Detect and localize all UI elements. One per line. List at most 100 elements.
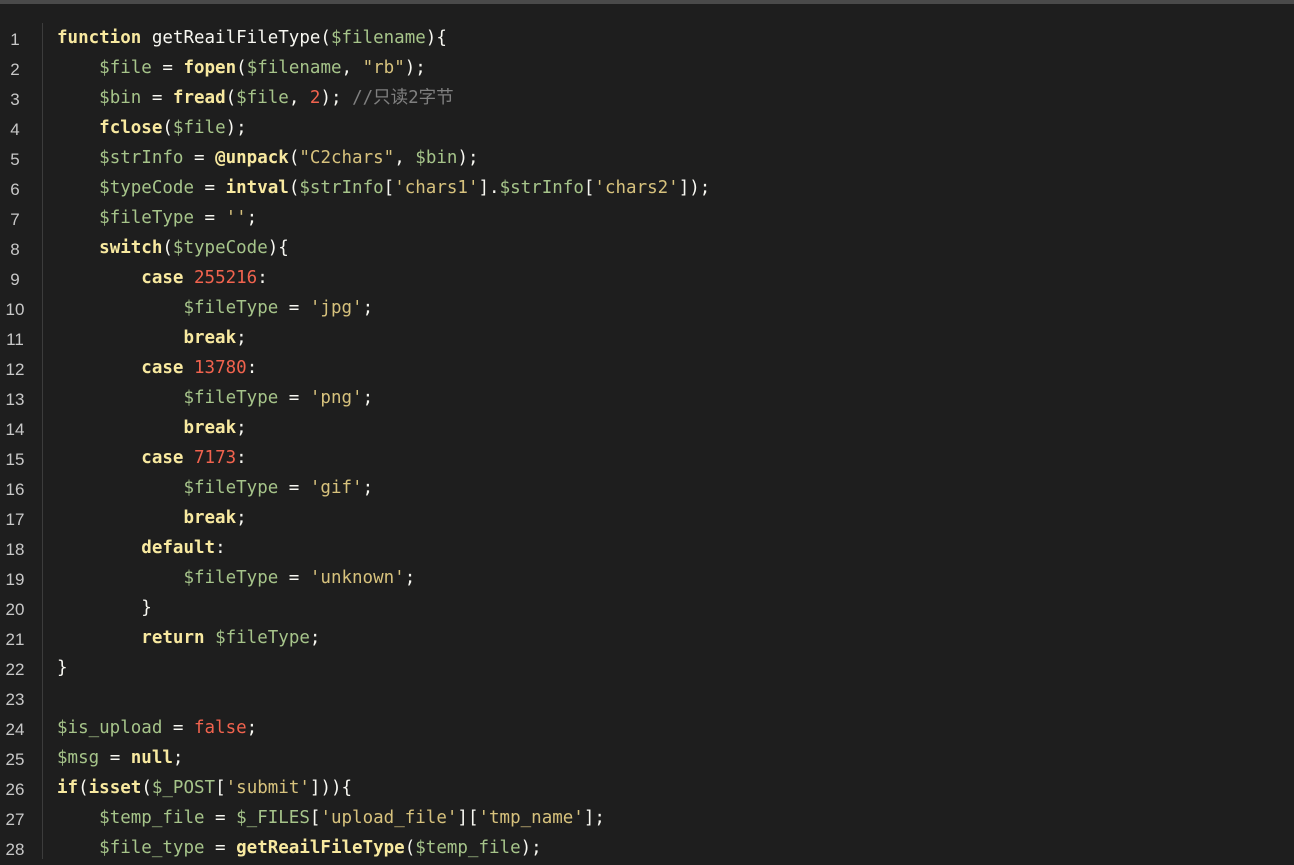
window-top-border bbox=[0, 0, 1294, 4]
code-token: $strInfo bbox=[299, 178, 384, 198]
code-token: ( bbox=[78, 778, 89, 798]
code-line[interactable]: $msg = null; bbox=[57, 743, 183, 773]
code-token: $_POST bbox=[151, 778, 216, 798]
code-line[interactable]: default: bbox=[57, 533, 225, 563]
code-token: ( bbox=[288, 178, 300, 198]
code-line[interactable]: case 255216: bbox=[57, 263, 267, 293]
code-token: 'chars2' bbox=[594, 178, 679, 198]
code-token: $typeCode bbox=[99, 178, 194, 198]
code-line[interactable]: $fileType = 'jpg'; bbox=[57, 293, 373, 323]
code-token: = bbox=[193, 208, 226, 228]
code-token: $filename bbox=[330, 28, 426, 48]
code-line[interactable]: case 13780: bbox=[57, 353, 257, 383]
code-token: 2 bbox=[309, 88, 321, 108]
code-line[interactable]: switch($typeCode){ bbox=[57, 233, 289, 263]
code-token: = bbox=[99, 748, 131, 768]
code-token: ( bbox=[404, 838, 416, 858]
code-token: 7173 bbox=[194, 448, 237, 468]
code-editor[interactable]: 1 2 3 4 5 6 7 8 9 10 11 12 13 14 15 16 17 18 19 20 21 22 23 24 2… bbox=[0, 0, 1294, 859]
code-line[interactable]: break; bbox=[57, 413, 247, 443]
line-number: 21 bbox=[5, 630, 25, 649]
code-token: ); bbox=[320, 88, 353, 108]
code-token: ( bbox=[141, 778, 152, 798]
code-token: = bbox=[278, 478, 310, 498]
line-number: 20 bbox=[5, 600, 25, 619]
code-token: $strInfo bbox=[499, 178, 584, 198]
code-token: } bbox=[57, 598, 152, 618]
code-token: "C2chars" bbox=[299, 148, 395, 168]
code-token: [ bbox=[309, 808, 321, 828]
code-token: case bbox=[141, 268, 184, 288]
code-token: 'chars1' bbox=[394, 178, 479, 198]
line-number: 25 bbox=[5, 750, 25, 769]
code-line[interactable]: } bbox=[57, 653, 68, 683]
code-token: $strInfo bbox=[99, 148, 184, 168]
code-line[interactable]: $is_upload = false; bbox=[57, 713, 257, 743]
code-token: $file_type bbox=[99, 838, 205, 858]
code-line[interactable]: case 7173: bbox=[57, 443, 246, 473]
line-number: 5 bbox=[10, 150, 20, 169]
code-line[interactable]: fclose($file); bbox=[57, 113, 247, 143]
code-line[interactable]: break; bbox=[57, 503, 246, 533]
code-line[interactable]: } bbox=[57, 593, 152, 623]
code-token: 'png' bbox=[309, 388, 363, 408]
code-line[interactable]: function getReailFileType($filename){ bbox=[57, 23, 447, 53]
code-line[interactable]: $fileType = ''; bbox=[57, 203, 257, 233]
code-token: ( bbox=[288, 148, 300, 168]
code-line[interactable]: if(isset($_POST['submit'])){ bbox=[57, 773, 352, 803]
code-token: ]. bbox=[478, 178, 500, 198]
code-token: ; bbox=[172, 748, 184, 768]
code-token: switch bbox=[99, 238, 163, 258]
line-number: 8 bbox=[10, 240, 20, 259]
code-token: break bbox=[183, 418, 237, 438]
code-line[interactable]: $fileType = 'png'; bbox=[57, 383, 373, 413]
code-token: $file bbox=[99, 58, 152, 78]
code-line[interactable]: return $fileType; bbox=[57, 623, 320, 653]
code-token: ; bbox=[236, 418, 247, 438]
line-number: 26 bbox=[5, 780, 25, 799]
code-token: $typeCode bbox=[172, 238, 268, 258]
line-number: 23 bbox=[5, 690, 25, 709]
code-token: = bbox=[151, 58, 184, 78]
code-token: = bbox=[278, 298, 310, 318]
code-token: , bbox=[394, 148, 416, 168]
code-token: ){ bbox=[425, 28, 447, 48]
code-token: $fileType bbox=[183, 298, 279, 318]
code-token: 'gif' bbox=[309, 478, 363, 498]
code-token: $temp_file bbox=[415, 838, 521, 858]
code-line[interactable]: $file = fopen($filename, "rb"); bbox=[57, 53, 426, 83]
code-token: '' bbox=[225, 208, 247, 228]
code-token: ; bbox=[309, 628, 321, 648]
code-token: $fileType bbox=[183, 478, 279, 498]
code-token: [ bbox=[383, 178, 395, 198]
code-line[interactable]: $typeCode = intval($strInfo['chars1'].$s… bbox=[57, 173, 710, 203]
code-token: function bbox=[57, 28, 142, 48]
code-token: ; bbox=[246, 718, 258, 738]
code-token: } bbox=[57, 658, 68, 678]
line-number: 16 bbox=[5, 480, 25, 499]
code-token: intval bbox=[225, 178, 289, 198]
line-number: 14 bbox=[5, 420, 25, 439]
code-line[interactable]: $strInfo = @unpack("C2chars", $bin); bbox=[57, 143, 478, 173]
code-token: getReailFileType bbox=[236, 838, 405, 858]
code-line[interactable]: $bin = fread($file, 2); //只读2字节 bbox=[57, 83, 454, 113]
line-number: 11 bbox=[6, 330, 24, 349]
code-line[interactable]: $temp_file = $_FILES['upload_file']['tmp… bbox=[57, 803, 605, 833]
code-line[interactable]: $fileType = 'gif'; bbox=[57, 473, 373, 503]
code-line[interactable]: break; bbox=[57, 323, 246, 353]
code-token: ; bbox=[362, 478, 374, 498]
code-token: false bbox=[193, 718, 247, 738]
line-number: 12 bbox=[5, 360, 25, 379]
code-token: ( bbox=[225, 88, 237, 108]
code-token: getReailFileType( bbox=[141, 28, 331, 48]
code-line[interactable]: $fileType = 'unknown'; bbox=[57, 563, 415, 593]
